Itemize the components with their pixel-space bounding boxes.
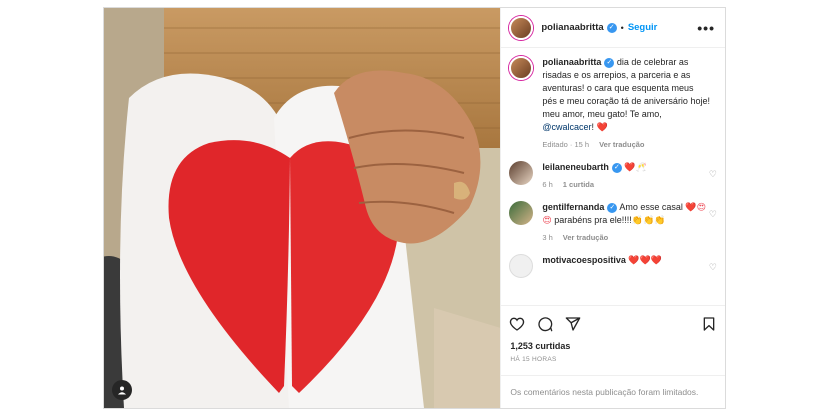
save-bookmark-icon[interactable]: [701, 316, 717, 332]
comment-item: motivacoespositiva ❤️❤️❤️ ♡: [509, 254, 717, 278]
like-heart-icon[interactable]: [509, 316, 525, 332]
tagged-user-icon[interactable]: [112, 380, 132, 400]
comment-username[interactable]: leilaneneubarth: [542, 162, 609, 172]
post-sidebar: polianaabritta ✓ • Seguir ••• polianaabr…: [500, 8, 725, 408]
comments-list: polianaabritta ✓ dia de celebrar as risad…: [501, 48, 725, 305]
verified-icon: ✓: [611, 162, 622, 173]
comment-text: ❤️🥂: [624, 162, 647, 172]
post-time: HÁ 15 HORAS: [510, 356, 557, 363]
like-comment-heart-icon[interactable]: ♡: [709, 262, 717, 273]
comment-username[interactable]: motivacoespositiva: [542, 255, 626, 265]
like-comment-heart-icon[interactable]: ♡: [709, 169, 717, 180]
action-bar: [501, 305, 725, 341]
post-header: polianaabritta ✓ • Seguir •••: [501, 8, 725, 48]
verified-icon: ✓: [607, 202, 618, 213]
post-photo[interactable]: [104, 8, 501, 408]
comment-text: Amo esse casal: [619, 202, 686, 212]
comment-text-2: parabéns pra ele!!!!👏👏👏: [551, 215, 666, 225]
like-comment-heart-icon[interactable]: ♡: [709, 209, 717, 220]
comments-limited-notice: Os comentários nesta publicação foram li…: [501, 375, 725, 408]
comment-likes[interactable]: 1 curtida: [563, 180, 594, 189]
socks-heart-image: [104, 8, 501, 408]
author-avatar[interactable]: [509, 15, 534, 40]
comment-bubble-icon[interactable]: [537, 316, 553, 332]
comment-username[interactable]: gentilfernanda: [542, 202, 604, 212]
comment-text: ❤️❤️❤️: [628, 255, 663, 265]
caption-avatar[interactable]: [509, 56, 534, 80]
caption-mention[interactable]: @cwalcacer: [542, 122, 591, 132]
caption-edited: Editado · 15 h: [542, 140, 590, 149]
comment-time: 3 h: [542, 233, 553, 242]
comment-time: 6 h: [542, 180, 553, 189]
commenter-avatar[interactable]: [509, 161, 534, 185]
separator-dot: •: [620, 22, 624, 33]
translate-link[interactable]: Ver tradução: [563, 233, 608, 242]
verified-icon: ✓: [604, 57, 615, 68]
caption-username[interactable]: polianaabritta: [542, 57, 601, 67]
commenter-avatar[interactable]: [509, 201, 534, 225]
post-card: polianaabritta ✓ • Seguir ••• polianaabr…: [103, 7, 726, 409]
caption: polianaabritta ✓ dia de celebrar as risad…: [509, 56, 717, 151]
comment-item: leilaneneubarth ✓ ❤️🥂 6 h 1 curtida ♡: [509, 161, 717, 191]
comment-item: gentilfernanda ✓ Amo esse casal ❤️😍😍 para…: [509, 201, 717, 244]
share-paper-plane-icon[interactable]: [565, 316, 581, 332]
more-options-icon[interactable]: •••: [697, 20, 715, 36]
translate-link[interactable]: Ver tradução: [599, 140, 644, 149]
author-username[interactable]: polianaabritta: [541, 22, 603, 33]
verified-icon: ✓: [606, 22, 617, 33]
like-count[interactable]: 1,253 curtidas: [501, 341, 725, 351]
caption-emoji: ❤️: [596, 122, 608, 132]
commenter-avatar[interactable]: [509, 254, 534, 278]
follow-button[interactable]: Seguir: [628, 22, 658, 33]
